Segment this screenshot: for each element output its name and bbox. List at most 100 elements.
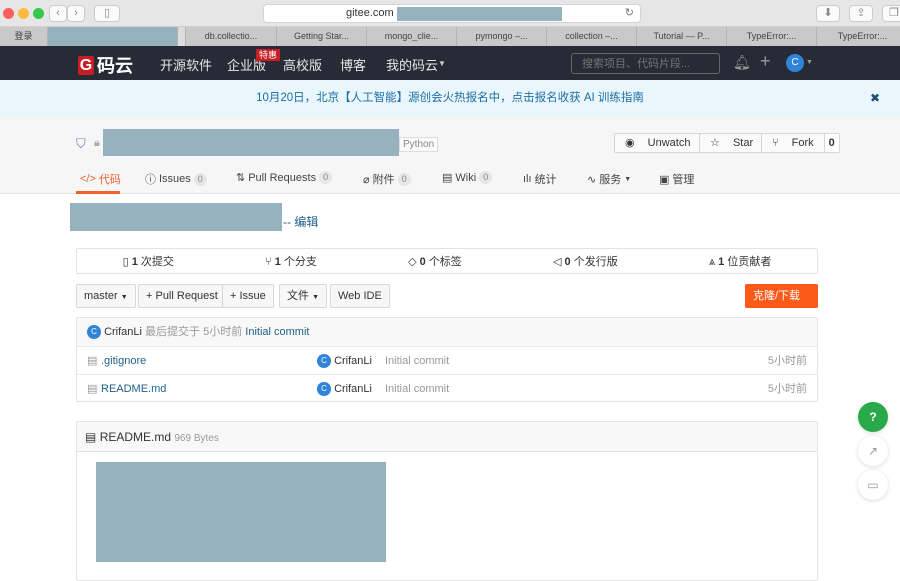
file-row: ▤ README.md C CrifanLi Initial commit 5小… bbox=[77, 374, 817, 402]
paperclip-icon: ⌀ bbox=[363, 173, 370, 186]
announcement-banner[interactable]: 10月20日，北京【人工智能】源创会火热报名中，点击报名收获 AI 训练指南 ✖ bbox=[0, 80, 900, 117]
issue-icon: ⓘ bbox=[145, 174, 156, 186]
browser-tab[interactable]: 登录 bbox=[0, 27, 48, 46]
branches-stat[interactable]: ⑂ 1 个分支 bbox=[265, 253, 317, 269]
download-icon[interactable]: ⬇ bbox=[816, 5, 840, 22]
share-icon[interactable]: ⇪ bbox=[849, 5, 873, 22]
minimize-window-button[interactable] bbox=[18, 8, 29, 19]
tabs-icon[interactable]: ❐ bbox=[882, 5, 900, 22]
commit-icon: ▯ bbox=[122, 256, 129, 268]
readme-image-redacted bbox=[96, 462, 386, 562]
browser-tab[interactable]: Tutorial — P... bbox=[637, 27, 727, 46]
file-menu-button[interactable]: 文件 ▼ bbox=[279, 284, 327, 308]
enterprise-shield-icon: ⛉ bbox=[76, 136, 86, 151]
tab-stats[interactable]: ılı 统计 bbox=[523, 171, 557, 187]
repo-stats: ▯ 1 次提交 ⑂ 1 个分支 ◇ 0 个标签 ◁ 0 个发行版 ⩓ 1 位贡献… bbox=[76, 248, 818, 274]
commit-message-link[interactable]: Initial commit bbox=[245, 326, 309, 338]
tab-attachments[interactable]: ⌀ 附件 0 bbox=[363, 171, 411, 187]
readme-panel: ▤ README.md 969 Bytes bbox=[76, 421, 818, 581]
clone-download-button[interactable]: 克隆/下载 ▼ bbox=[745, 284, 818, 323]
web-ide-button[interactable]: Web IDE bbox=[330, 284, 390, 308]
share-external-icon[interactable]: ↗ bbox=[858, 436, 888, 466]
browser-tab[interactable]: TypeError:... bbox=[727, 27, 817, 46]
code-icon: </> bbox=[80, 173, 96, 185]
file-commit-message[interactable]: Initial commit bbox=[385, 375, 449, 403]
search-input[interactable] bbox=[571, 53, 720, 74]
promo-badge: 特惠 bbox=[256, 49, 281, 61]
browser-tab[interactable]: pymongo –... bbox=[457, 27, 547, 46]
avatar[interactable]: C bbox=[786, 54, 804, 72]
releases-stat[interactable]: ◁ 0 个发行版 bbox=[553, 253, 618, 269]
file-icon: ▤ bbox=[87, 383, 98, 395]
feedback-chat-icon[interactable]: ▭ bbox=[858, 470, 888, 500]
file-icon: ▤ bbox=[85, 430, 97, 444]
reload-icon[interactable]: ↻ bbox=[625, 5, 634, 22]
file-commit-message[interactable]: Initial commit bbox=[385, 347, 449, 375]
plus-icon[interactable]: + bbox=[760, 51, 771, 72]
chevron-down-icon: ▼ bbox=[806, 59, 813, 66]
release-icon: ◁ bbox=[552, 256, 562, 268]
nav-my-gitee[interactable]: 我的码云 bbox=[386, 55, 438, 74]
avatar: C bbox=[317, 382, 331, 397]
nav-blog[interactable]: 博客 bbox=[340, 55, 366, 74]
file-name-link[interactable]: .gitignore bbox=[101, 347, 146, 375]
sidebar-icon[interactable]: ▯ bbox=[94, 5, 120, 22]
browser-toolbar: ‹ › ▯ gitee.com ↻ ⬇ ⇪ ❐ bbox=[0, 0, 900, 27]
browser-tab[interactable]: collection –... bbox=[547, 27, 637, 46]
nav-opensource[interactable]: 开源软件 bbox=[160, 55, 212, 74]
file-list: C CrifanLi 最后提交于 5小时前 Initial commit ▤ .… bbox=[76, 317, 818, 402]
redacted-repo-name bbox=[103, 129, 399, 156]
browser-tab-active[interactable] bbox=[48, 27, 178, 46]
logo[interactable]: G 码云 bbox=[78, 52, 133, 78]
browser-tab[interactable]: db.collectio... bbox=[186, 27, 277, 46]
banner-text[interactable]: 10月20日，北京【人工智能】源创会火热报名中，点击报名收获 AI 训练指南 bbox=[256, 92, 644, 104]
language-badge: Python bbox=[399, 137, 439, 152]
edit-description-link[interactable]: -- 编辑 bbox=[283, 213, 318, 230]
logo-g-icon: G bbox=[78, 55, 94, 75]
help-button[interactable]: ? bbox=[858, 402, 888, 432]
contributors-stat[interactable]: ⩓ 1 位贡献者 bbox=[709, 253, 771, 269]
nav-education[interactable]: 高校版 bbox=[283, 55, 322, 74]
tag-icon: ◇ bbox=[408, 256, 417, 268]
file-row: ▤ .gitignore C CrifanLi Initial commit 5… bbox=[77, 346, 817, 374]
fork-button[interactable]: ⑂ Fork 0 bbox=[761, 133, 840, 153]
commits-stat[interactable]: ▯ 1 次提交 bbox=[123, 253, 174, 269]
last-commit-row: C CrifanLi 最后提交于 5小时前 Initial commit bbox=[77, 318, 817, 346]
close-icon[interactable]: ✖ bbox=[870, 80, 880, 117]
tab-wiki[interactable]: ▤ Wiki 0 bbox=[442, 171, 493, 184]
readme-header: ▤ README.md 969 Bytes bbox=[77, 422, 817, 452]
new-issue-button[interactable]: + Issue bbox=[222, 284, 274, 308]
pull-request-icon: ⇅ bbox=[236, 172, 246, 184]
zoom-window-button[interactable] bbox=[33, 8, 44, 19]
address-bar[interactable]: gitee.com ↻ bbox=[263, 4, 641, 23]
url-text: gitee.com bbox=[346, 7, 394, 19]
new-pull-request-button[interactable]: + Pull Request bbox=[138, 284, 226, 308]
back-icon[interactable]: ‹ bbox=[49, 5, 67, 22]
tab-code[interactable]: </> 代码 bbox=[80, 171, 121, 187]
contributors-icon: ⩓ bbox=[708, 256, 716, 268]
tab-services[interactable]: ∿ 服务 ▼ bbox=[587, 171, 631, 187]
browser-tab[interactable]: Getting Star... bbox=[277, 27, 367, 46]
star-icon: ☆ bbox=[710, 137, 720, 149]
tags-stat[interactable]: ◇ 0 个标签 bbox=[408, 253, 462, 269]
tab-pull-requests[interactable]: ⇅ Pull Requests 0 bbox=[236, 171, 333, 184]
close-window-button[interactable] bbox=[3, 8, 14, 19]
branch-icon: ⑂ bbox=[265, 256, 272, 268]
manage-icon: ▣ bbox=[659, 173, 670, 186]
bell-icon[interactable]: 🔔︎ bbox=[733, 54, 751, 71]
browser-tab[interactable]: TypeError:... bbox=[817, 27, 900, 46]
browser-tab[interactable]: mongo_clie... bbox=[367, 27, 457, 46]
file-icon: ▤ bbox=[87, 355, 98, 367]
avatar: C bbox=[317, 354, 331, 369]
redacted-description bbox=[70, 203, 282, 231]
commit-author[interactable]: CrifanLi bbox=[104, 326, 142, 338]
forward-icon[interactable]: › bbox=[67, 5, 85, 22]
pulse-icon: ∿ bbox=[587, 173, 597, 186]
tab-manage[interactable]: ▣ 管理 bbox=[659, 171, 694, 187]
tab-issues[interactable]: ⓘ Issues 0 bbox=[145, 171, 207, 187]
branch-select[interactable]: master ▼ bbox=[76, 284, 136, 308]
file-name-link[interactable]: README.md bbox=[101, 375, 166, 403]
redacted-url bbox=[397, 7, 562, 21]
active-tab-indicator bbox=[76, 191, 120, 194]
chevron-down-icon: ▼ bbox=[624, 175, 632, 183]
